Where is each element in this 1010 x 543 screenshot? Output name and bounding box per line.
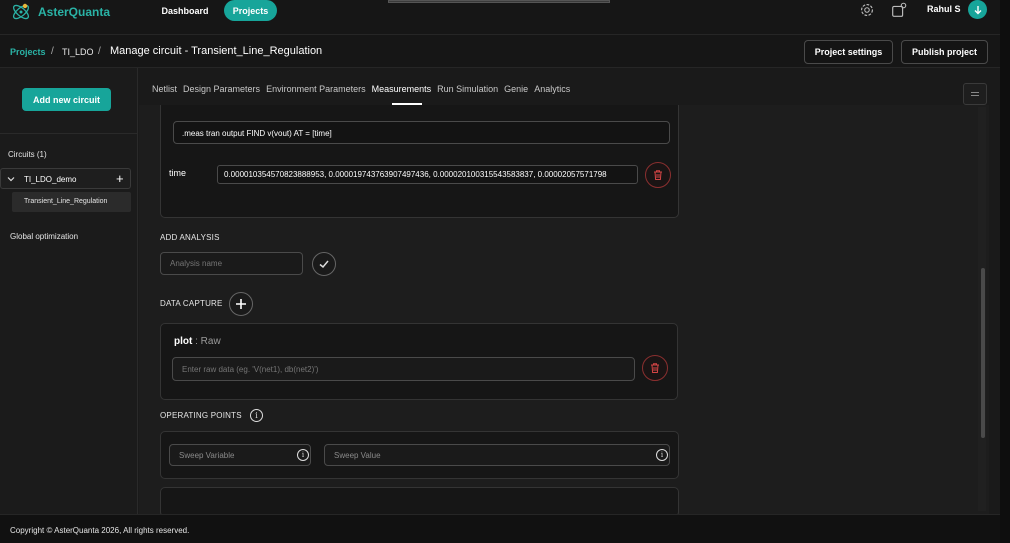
breadcrumb-project[interactable]: TI_LDO: [62, 47, 94, 57]
footer: Copyright © AsterQuanta 2026, All rights…: [0, 514, 1000, 543]
plot-type: Raw: [200, 336, 221, 347]
info-icon[interactable]: i: [250, 409, 263, 422]
tab-measurements[interactable]: Measurements: [372, 84, 431, 105]
add-analysis-label: ADD ANALYSIS: [160, 233, 220, 242]
check-icon: [319, 260, 329, 269]
breadcrumb-projects[interactable]: Projects: [10, 47, 46, 57]
info-icon[interactable]: i: [656, 449, 668, 461]
sidebar-item-global-optimization[interactable]: Global optimization: [10, 232, 78, 241]
app-name: AsterQuanta: [38, 5, 111, 19]
plus-icon: [236, 299, 246, 309]
top-dropdown-panel: [388, 0, 610, 3]
analysis-name-input[interactable]: [160, 252, 303, 275]
measurements-panel: .meas tran output FIND v(vout) AT = [tim…: [139, 105, 989, 515]
data-capture-label: DATA CAPTURE: [160, 299, 223, 308]
atom-logo-icon: [12, 3, 30, 20]
window-edge: [1000, 0, 1010, 543]
time-values-field[interactable]: 0.000010354570823888953, 0.0000197437639…: [217, 165, 638, 184]
collapse-panel-button[interactable]: [963, 83, 987, 105]
trash-icon: [654, 170, 662, 180]
raw-data-input[interactable]: [172, 357, 635, 381]
time-label: time: [169, 168, 187, 178]
project-settings-button[interactable]: Project settings: [804, 40, 893, 64]
tab-run-simulation[interactable]: Run Simulation: [437, 84, 498, 100]
sidebar-item-subcircuit[interactable]: Transient_Line_Regulation: [12, 192, 131, 212]
sidebar-item-circuit[interactable]: TI_LDO_demo +: [0, 168, 131, 189]
plot-separator: :: [192, 336, 201, 347]
add-circuit-button[interactable]: Add new circuit: [22, 88, 111, 111]
tab-netlist[interactable]: Netlist: [152, 84, 177, 100]
copyright-text: Copyright © AsterQuanta 2026, All rights…: [10, 526, 190, 535]
plot-name: plot: [174, 336, 193, 347]
breadcrumb: Projects / TI_LDO / Manage circuit - Tra…: [0, 34, 1000, 68]
sidebar: Add new circuit Circuits (1) TI_LDO_demo…: [0, 68, 138, 514]
publish-project-button[interactable]: Publish project: [901, 40, 988, 64]
data-capture-card: plot : Raw: [160, 323, 678, 400]
tab-analytics[interactable]: Analytics: [534, 84, 570, 100]
operating-points-card: Sweep Variable i Sweep Value i: [160, 431, 679, 479]
menu-icon: [971, 92, 979, 96]
notification-icon[interactable]: [890, 1, 908, 19]
circuit-name: TI_LDO_demo: [24, 175, 77, 184]
arrow-down-icon: [974, 5, 981, 14]
tab-environment-parameters[interactable]: Environment Parameters: [266, 84, 366, 100]
delete-plot-button[interactable]: [642, 355, 668, 381]
add-data-capture-button[interactable]: [229, 292, 253, 316]
nav-dashboard[interactable]: Dashboard: [152, 1, 218, 20]
next-card: [160, 487, 679, 515]
breadcrumb-separator: /: [51, 46, 54, 57]
scrollbar-thumb[interactable]: [981, 268, 985, 438]
delete-time-button[interactable]: [645, 162, 671, 188]
sweep-variable-field[interactable]: Sweep Variable: [169, 444, 311, 466]
top-navbar: AsterQuanta Dashboard Projects Rahul S: [0, 0, 1000, 34]
circuits-label: Circuits (1): [8, 150, 47, 159]
plot-title: plot : Raw: [174, 336, 221, 347]
nav-projects[interactable]: Projects: [224, 0, 277, 21]
add-subcircuit-icon[interactable]: +: [116, 171, 124, 186]
breadcrumb-separator: /: [98, 46, 101, 57]
info-icon[interactable]: i: [297, 449, 309, 461]
measurement-card: .meas tran output FIND v(vout) AT = [tim…: [160, 105, 679, 218]
operating-points-label: OPERATING POINTS: [160, 411, 242, 420]
user-menu-button[interactable]: [968, 0, 987, 19]
sweep-variable-placeholder: Sweep Variable: [179, 451, 235, 460]
gear-icon[interactable]: [858, 1, 876, 19]
page-title: Manage circuit - Transient_Line_Regulati…: [110, 45, 323, 57]
sweep-value-placeholder: Sweep Value: [334, 451, 381, 460]
tab-genie[interactable]: Genie: [504, 84, 528, 100]
measurement-expression-field[interactable]: .meas tran output FIND v(vout) AT = [tim…: [173, 121, 670, 144]
sidebar-divider: [0, 133, 137, 134]
subcircuit-name: Transient_Line_Regulation: [24, 198, 108, 205]
tab-design-parameters[interactable]: Design Parameters: [183, 84, 260, 100]
user-name[interactable]: Rahul S: [927, 4, 961, 14]
sweep-value-field[interactable]: Sweep Value: [324, 444, 670, 466]
app-logo[interactable]: AsterQuanta: [10, 1, 110, 23]
confirm-analysis-button[interactable]: [312, 252, 336, 276]
trash-icon: [651, 363, 659, 373]
chevron-down-icon[interactable]: [7, 175, 15, 183]
tab-bar: Netlist Design Parameters Environment Pa…: [152, 84, 576, 105]
